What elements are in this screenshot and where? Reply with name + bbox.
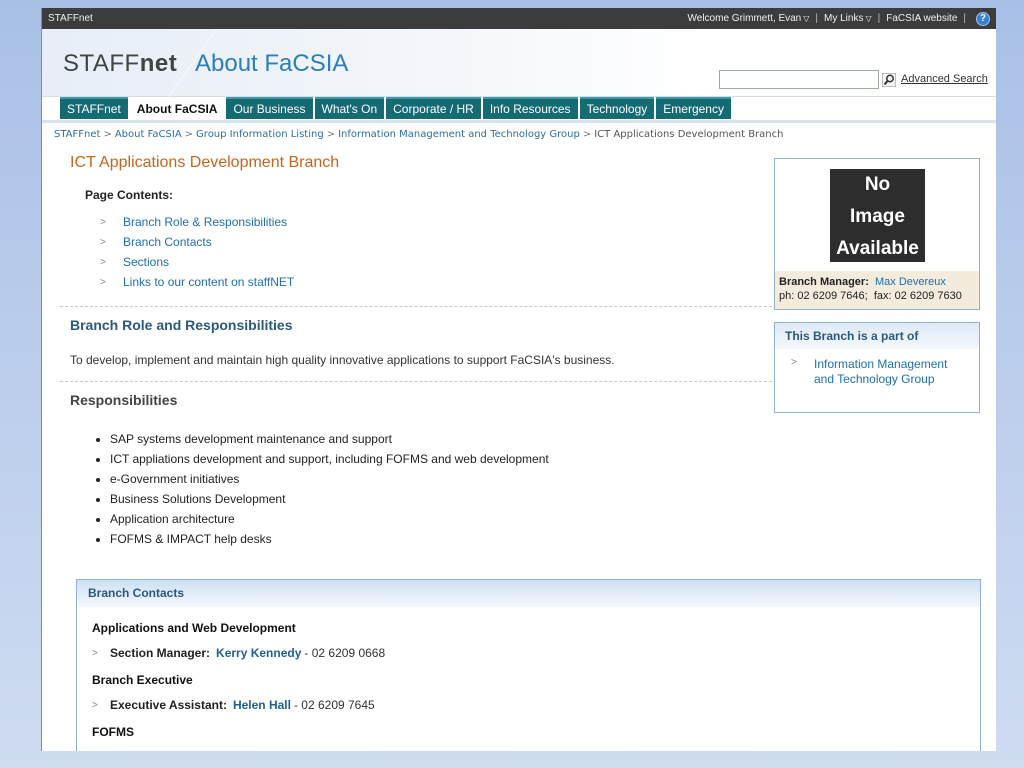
contact-role: Section Manager: <box>110 646 211 660</box>
responsibilities-heading: Responsibilities <box>70 392 178 408</box>
chevron-right-icon: > <box>100 276 106 288</box>
contact-row: > Executive Assistant: Helen Hall - 02 6… <box>92 695 980 715</box>
section-title: About FaCSIA <box>195 50 349 77</box>
contact-group-title: FOFMS <box>92 725 134 739</box>
search-icon <box>882 72 896 87</box>
chevron-down-icon: ▽ <box>803 14 810 23</box>
branch-manager-card: No Image Available Branch Manager: Max D… <box>774 158 980 310</box>
list-item: SAP systems development maintenance and … <box>110 432 770 452</box>
search-button[interactable] <box>881 71 897 88</box>
chevron-right-icon: > <box>92 699 98 711</box>
chevron-right-icon: > <box>100 236 106 248</box>
chevron-right-icon: > <box>100 256 106 268</box>
main-content: ICT Applications Development Branch Page… <box>60 154 772 552</box>
tab-corporate-hr[interactable]: Corporate / HR <box>386 97 481 119</box>
site-header: STAFFnet About FaCSIA Advanced Search <box>42 29 996 97</box>
contact-row: > Section Manager: Kerry Kennedy - 02 62… <box>92 643 980 663</box>
breadcrumb-staffnet[interactable]: STAFFnet <box>54 129 100 140</box>
parent-group-list: > Information Management and Technology … <box>791 357 979 387</box>
logo-light-text: STAFF <box>63 50 140 77</box>
help-icon[interactable]: ? <box>976 11 990 26</box>
tab-staffnet[interactable]: STAFFnet <box>60 97 128 119</box>
chevron-right-icon: > <box>92 647 98 659</box>
site-name: STAFFnet <box>48 13 93 24</box>
no-image-line: Image <box>850 206 905 227</box>
manager-fax: fax: 02 6209 7630 <box>873 290 962 302</box>
main-navigation: STAFFnet About FaCSIA Our Business What'… <box>60 97 731 119</box>
welcome-menu[interactable]: Welcome Grimmett, Evan ▽ <box>688 13 810 24</box>
toc-link-role[interactable]: Branch Role & Responsibilities <box>123 215 287 229</box>
parent-group-box: This Branch is a part of > Information M… <box>774 322 980 413</box>
chevron-right-icon: > <box>791 357 797 368</box>
facsia-website-link[interactable]: FaCSIA website <box>886 13 957 24</box>
list-item: ICT appliations development and support,… <box>110 452 770 472</box>
tab-whats-on[interactable]: What's On <box>314 97 385 119</box>
breadcrumb-current: ICT Applications Development Branch <box>594 129 784 140</box>
list-item: FOFMS & IMPACT help desks <box>110 532 770 552</box>
welcome-text: Welcome Grimmett, Evan <box>687 13 802 24</box>
list-item: > Sections <box>100 252 770 272</box>
breadcrumb-group-information-listing[interactable]: Group Information Listing <box>196 129 324 140</box>
page-title: ICT Applications Development Branch <box>70 154 340 171</box>
chevron-down-icon: ▽ <box>865 14 872 23</box>
sidebar: No Image Available Branch Manager: Max D… <box>774 158 980 413</box>
no-image-line: No <box>864 174 891 195</box>
page-contents-label: Page Contents: <box>85 188 174 202</box>
contact-name-link[interactable]: Helen Hall <box>233 698 291 712</box>
contact-group-title: Branch Executive <box>92 673 193 687</box>
parent-group-link[interactable]: Information Management and Technology Gr… <box>814 357 954 387</box>
nav-divider <box>42 120 996 123</box>
search-input[interactable] <box>719 70 879 89</box>
toc-link-staffnet-content[interactable]: Links to our content on staffNET <box>123 275 294 289</box>
toc-link-sections[interactable]: Sections <box>123 255 169 269</box>
section-divider <box>60 381 772 382</box>
branch-contacts-box: Branch Contacts Applications and Web Dev… <box>76 579 981 751</box>
branch-contacts-heading: Branch Contacts <box>77 580 980 607</box>
my-links-menu[interactable]: My Links ▽ <box>824 13 872 24</box>
tab-emergency[interactable]: Emergency <box>656 97 731 119</box>
list-item: Application architecture <box>110 512 770 532</box>
logo-bold-text: net <box>139 50 178 77</box>
breadcrumb-imt-group[interactable]: Information Management and Technology Gr… <box>338 129 580 140</box>
manager-name-link[interactable]: Max Devereux <box>875 276 946 288</box>
contact-role: Executive Assistant: <box>110 698 227 712</box>
breadcrumb: STAFFnet > About FaCSIA > Group Information … <box>54 129 784 140</box>
list-item: > Branch Contacts <box>100 232 770 252</box>
list-item: e-Government initiatives <box>110 472 770 492</box>
browser-page: STAFFnet Welcome Grimmett, Evan ▽ | My Li… <box>41 8 996 751</box>
chevron-right-icon: > <box>100 216 106 228</box>
list-item: > Links to our content on staffNET <box>100 272 770 292</box>
contact-phone: - 02 6209 7645 <box>293 698 375 712</box>
responsibilities-list: SAP systems development maintenance and … <box>110 432 770 552</box>
tab-our-business[interactable]: Our Business <box>226 97 313 119</box>
parent-group-heading: This Branch is a part of <box>775 323 979 349</box>
tab-info-resources[interactable]: Info Resources <box>482 97 578 119</box>
manager-label: Branch Manager: <box>779 276 869 288</box>
tab-about-facsia[interactable]: About FaCSIA <box>129 97 225 119</box>
role-text: To develop, implement and maintain high … <box>70 353 615 367</box>
my-links-text: My Links <box>824 13 864 24</box>
contact-group-title: Applications and Web Development <box>92 621 296 635</box>
manager-phone: ph: 02 6209 7646; <box>779 290 868 302</box>
no-image-line: Available <box>836 238 919 259</box>
tab-technology[interactable]: Technology <box>579 97 655 119</box>
list-item: > Branch Role & Responsibilities <box>100 212 770 232</box>
breadcrumb-about-facsia[interactable]: About FaCSIA <box>115 129 182 140</box>
contact-name-link[interactable]: Kerry Kennedy <box>216 646 301 660</box>
staffnet-logo[interactable]: STAFFnet <box>63 50 177 78</box>
advanced-search-link[interactable]: Advanced Search <box>901 73 988 85</box>
role-heading: Branch Role and Responsibilities <box>70 317 293 333</box>
section-divider <box>60 306 772 307</box>
contact-phone: - 02 6209 0668 <box>304 646 386 660</box>
page-contents-list: > Branch Role & Responsibilities > Branch … <box>100 212 770 292</box>
no-image-placeholder: No Image Available <box>830 169 925 262</box>
top-utility-bar: STAFFnet Welcome Grimmett, Evan ▽ | My Li… <box>42 8 996 29</box>
list-item: Business Solutions Development <box>110 492 770 512</box>
toc-link-contacts[interactable]: Branch Contacts <box>123 235 212 249</box>
manager-info: Branch Manager: Max Devereux ph: 02 6209… <box>775 271 979 309</box>
